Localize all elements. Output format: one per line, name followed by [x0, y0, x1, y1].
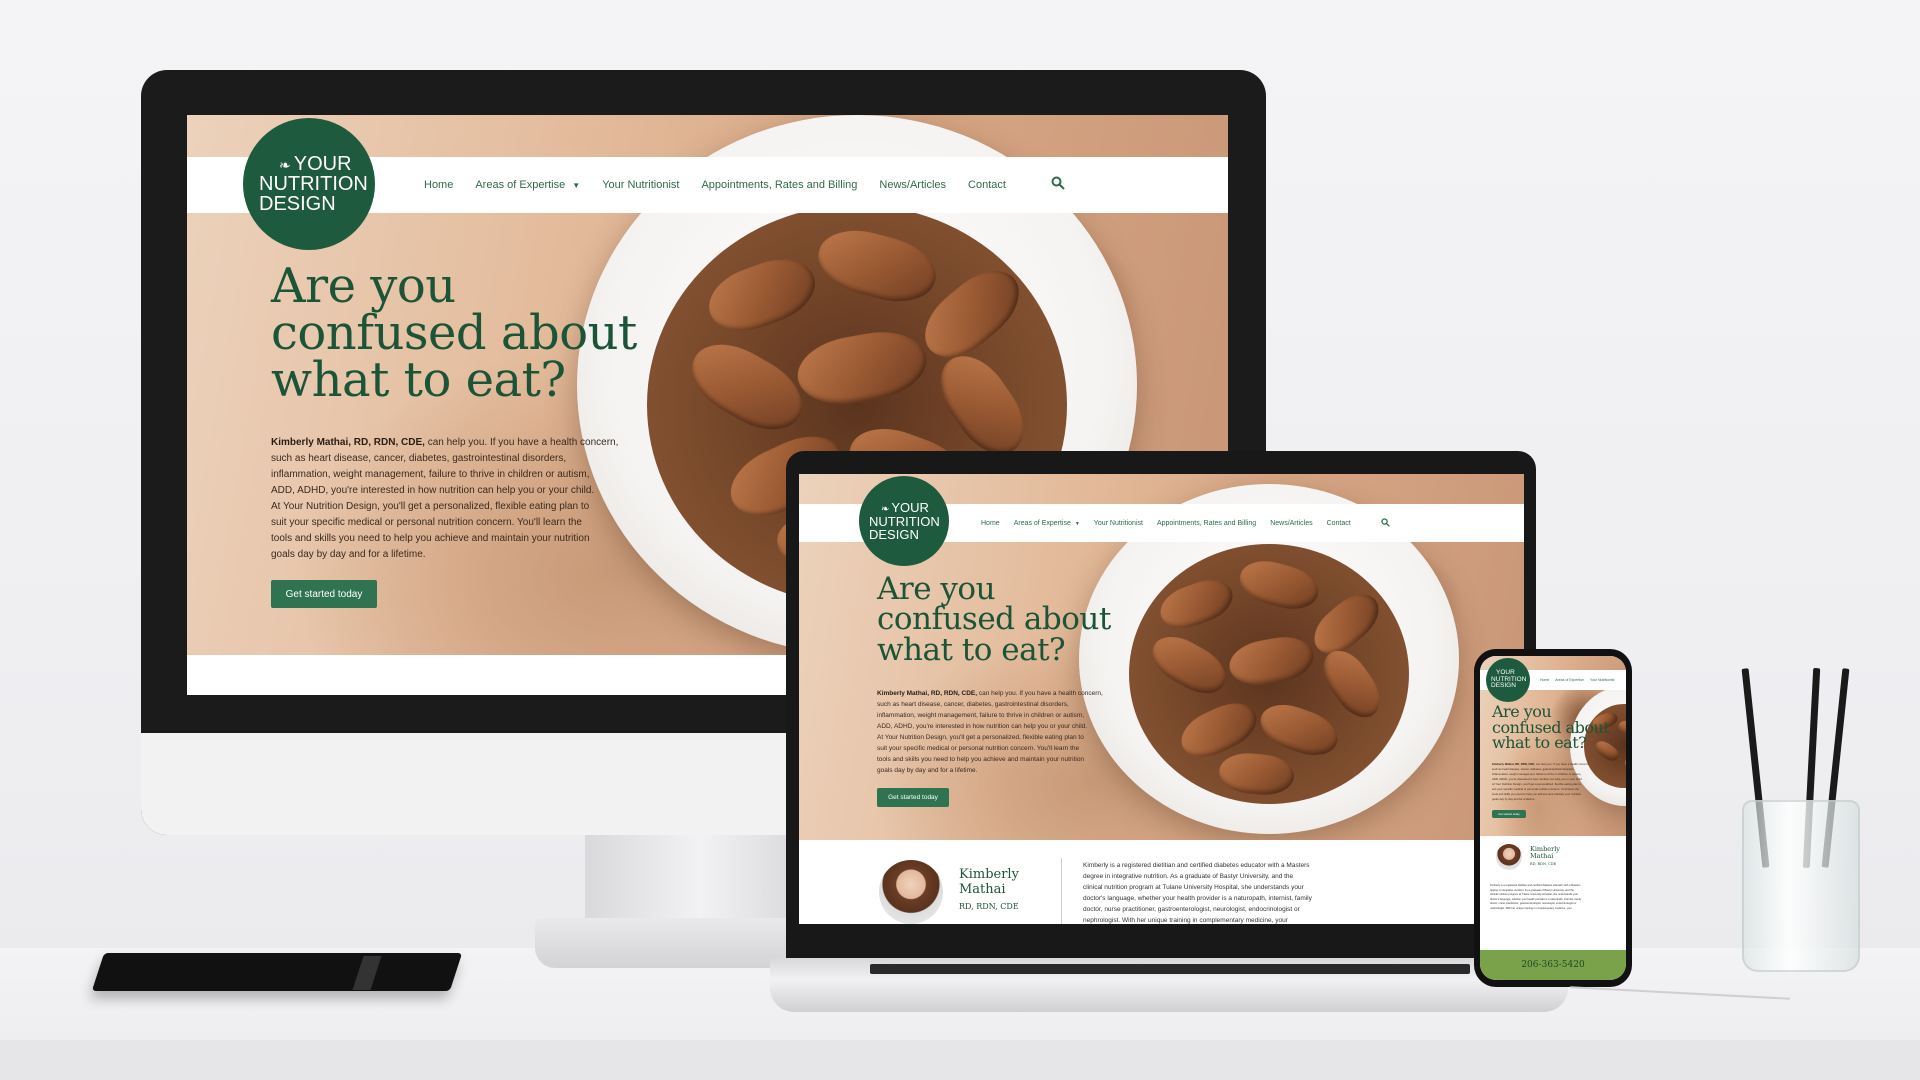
laptop-nav-home[interactable]: Home [981, 520, 1000, 527]
laptop-hero-title-line-1: Are you [877, 571, 996, 607]
nav-areas-label: Areas of Expertise [475, 179, 566, 191]
hero-title: Are you confused about what to eat? [271, 258, 637, 409]
phone-profile-name-line-2: Mathai [1530, 852, 1554, 861]
laptop-nav-news-articles[interactable]: News/Articles [1270, 520, 1312, 527]
laptop-nav-your-nutritionist[interactable]: Your Nutritionist [1094, 520, 1143, 527]
laptop-hero-title: Are you confused about what to eat? [877, 571, 1111, 668]
glass-cup [1742, 800, 1860, 972]
nav-your-nutritionist[interactable]: Your Nutritionist [602, 179, 679, 191]
hero-body: Kimberly Mathai, RD, RDN, CDE, can help … [271, 435, 651, 563]
laptop-hero-title-line-3: what to eat? [877, 631, 1066, 668]
laptop-keyboard-strip [870, 964, 1470, 974]
laptop-logo-line-1: ❧ YOUR [881, 500, 929, 515]
site-logo[interactable]: ❧ YOUR NUTRITION DESIGN [243, 118, 375, 250]
profile-name: Kimberly Mathai RD, RDN, CDE [959, 867, 1019, 911]
hero-title-line-2: confused about [271, 305, 637, 362]
hero-body-lead: Kimberly Mathai, RD, RDN, CDE, [271, 437, 425, 448]
profile-bio-line-5: doctor, nurse practitioner, gastroentero… [1083, 906, 1300, 913]
laptop-site-logo[interactable]: ❧ YOUR NUTRITION DESIGN [859, 476, 949, 566]
hero-body-line-8: goals day by day and for a lifetime. [271, 549, 426, 560]
laptop-hero-body-line-4: ADD, ADHD, you're interested in how nutr… [877, 723, 1088, 730]
chevron-down-icon: ▼ [572, 181, 581, 190]
monitor-stand-neck [585, 835, 815, 925]
avatar [1496, 844, 1522, 870]
phone-hero-body-line-8: goals day by day and for a lifetime. [1492, 797, 1536, 801]
nav-areas-of-expertise[interactable]: Areas of Expertise ▼ [475, 179, 580, 191]
phone-profile-name: Kimberly Mathai RD, RDN, CDE [1530, 845, 1560, 866]
profile-name-line-1: Kimberly [959, 867, 1019, 882]
hero-body-line-2: such as heart disease, cancer, diabetes,… [271, 453, 567, 464]
profile-name-line-2: Mathai [959, 881, 1006, 897]
laptop-nav-areas-of-expertise[interactable]: Areas of Expertise ▼ [1014, 520, 1080, 527]
phone-profile-section: Kimberly Mathai RD, RDN, CDE Kimberly is… [1480, 836, 1626, 950]
hero-body-line-3: inflammation, weight management, failure… [271, 469, 590, 480]
hero-body-line-7: tools and skills you need to help you ac… [271, 533, 590, 544]
profile-divider [1061, 858, 1062, 924]
logo-line-3: DESIGN [259, 193, 336, 215]
chevron-down-icon: ▼ [1074, 520, 1080, 527]
hero-body-line-6: suit your specific medical or personal n… [271, 517, 582, 528]
phone-profile-credentials: RD, RDN, CDE [1530, 861, 1557, 866]
laptop-hero-body-line-2: such as heart disease, cancer, diabetes,… [877, 701, 1069, 708]
laptop-nav-areas-label: Areas of Expertise [1013, 519, 1071, 527]
profile-credentials: RD, RDN, CDE [959, 901, 1019, 911]
phone-logo-line-3: DESIGN [1491, 682, 1516, 690]
nav-news-articles[interactable]: News/Articles [879, 179, 946, 191]
laptop-hero-body-line-8: goals day by day and for a lifetime. [877, 767, 978, 774]
phone-website: Home Areas of Expertise Your Nutritionis… [1480, 656, 1626, 980]
logo-line-1: ❧ YOUR [279, 153, 352, 175]
laptop-website: Home Areas of Expertise ▼ Your Nutrition… [799, 474, 1524, 924]
phone-hero-title-line-3: what to eat? [1492, 733, 1587, 753]
search-icon[interactable] [1051, 176, 1065, 195]
nav-appointments[interactable]: Appointments, Rates and Billing [701, 179, 857, 191]
laptop-hero-body-line-1: Kimberly Mathai, RD, RDN, CDE, can help … [877, 690, 1103, 697]
phone-call-bar[interactable]: 206-363-5420 [1480, 950, 1626, 980]
nav-contact[interactable]: Contact [968, 179, 1006, 191]
profile-bio-line-3: clinical nutrition program at Tulane Uni… [1083, 884, 1304, 891]
search-icon[interactable] [1381, 514, 1390, 532]
hero-title-line-3: what to eat? [271, 352, 566, 409]
avatar [879, 860, 943, 924]
hero-body-line-4: ADD, ADHD, you're interested in how nutr… [271, 485, 595, 496]
get-started-button[interactable]: Get started today [271, 580, 377, 608]
laptop-hero-body-line-3: inflammation, weight management, failure… [877, 712, 1085, 719]
hero-body-line-1: Kimberly Mathai, RD, RDN, CDE, can help … [271, 437, 619, 448]
profile-bio-line-6: nephrologist. With her unique training i… [1083, 917, 1288, 924]
desk-edge [0, 1040, 1920, 1080]
notebook-prop [91, 953, 463, 991]
profile-bio-line-1: Kimberly is a registered dietitian and c… [1083, 862, 1310, 869]
phone-profile-bio: Kimberly is a registered dietitian and c… [1490, 884, 1616, 912]
profile-bio-line-2: degree in integrative nutrition. As a gr… [1083, 873, 1294, 880]
profile-bio: Kimberly is a registered dietitian and c… [1083, 860, 1503, 924]
laptop-nav-contact[interactable]: Contact [1327, 520, 1351, 527]
phone-hero-body: Kimberly Mathai, RD, RDN, CDE, can help … [1492, 762, 1612, 802]
nav-home[interactable]: Home [424, 179, 453, 191]
phone-number: 206-363-5420 [1521, 960, 1585, 970]
leaf-icon: ❧ [279, 157, 291, 173]
laptop-hero-body-line-5: At Your Nutrition Design, you'll get a p… [877, 734, 1084, 741]
hero-title-line-1: Are you [271, 258, 456, 314]
laptop-nav-appointments[interactable]: Appointments, Rates and Billing [1157, 520, 1256, 527]
phone-nav-home[interactable]: Home [1540, 678, 1549, 682]
phone-nav-your-nutritionist[interactable]: Your Nutritionist [1590, 678, 1615, 682]
laptop-hero-body-line-7: tools and skills you need to help you ac… [877, 756, 1085, 763]
phone-site-logo[interactable]: YOUR NUTRITION DESIGN [1486, 658, 1530, 702]
laptop-logo-line-3: DESIGN [869, 527, 919, 542]
phone-nav-areas-of-expertise[interactable]: Areas of Expertise [1555, 678, 1584, 682]
laptop-hero-body-line-6: suit your specific medical or personal n… [877, 745, 1080, 752]
phone-hero-body-lead: Kimberly Mathai, RD, RDN, CDE, [1492, 762, 1536, 766]
laptop-get-started-button[interactable]: Get started today [877, 788, 949, 807]
logo-line-2: NUTRITION [259, 173, 368, 195]
phone-get-started-button[interactable]: Get started today [1492, 810, 1526, 818]
phone-profile-bio-line-6: nephrologist. With her unique training i… [1490, 906, 1572, 910]
laptop-hero-title-line-2: confused about [877, 601, 1111, 638]
phone-hero-title: Are you confused about what to eat? [1492, 704, 1610, 753]
hero-body-line-5: At Your Nutrition Design, you'll get a p… [271, 501, 590, 512]
laptop-hero-body-lead: Kimberly Mathai, RD, RDN, CDE, [877, 690, 978, 697]
laptop-profile-section: Kimberly Mathai RD, RDN, CDE Kimberly is… [799, 840, 1524, 924]
laptop-hero-body: Kimberly Mathai, RD, RDN, CDE, can help … [877, 688, 1137, 776]
profile-bio-line-4: doctor's language, whether your health p… [1083, 895, 1312, 902]
